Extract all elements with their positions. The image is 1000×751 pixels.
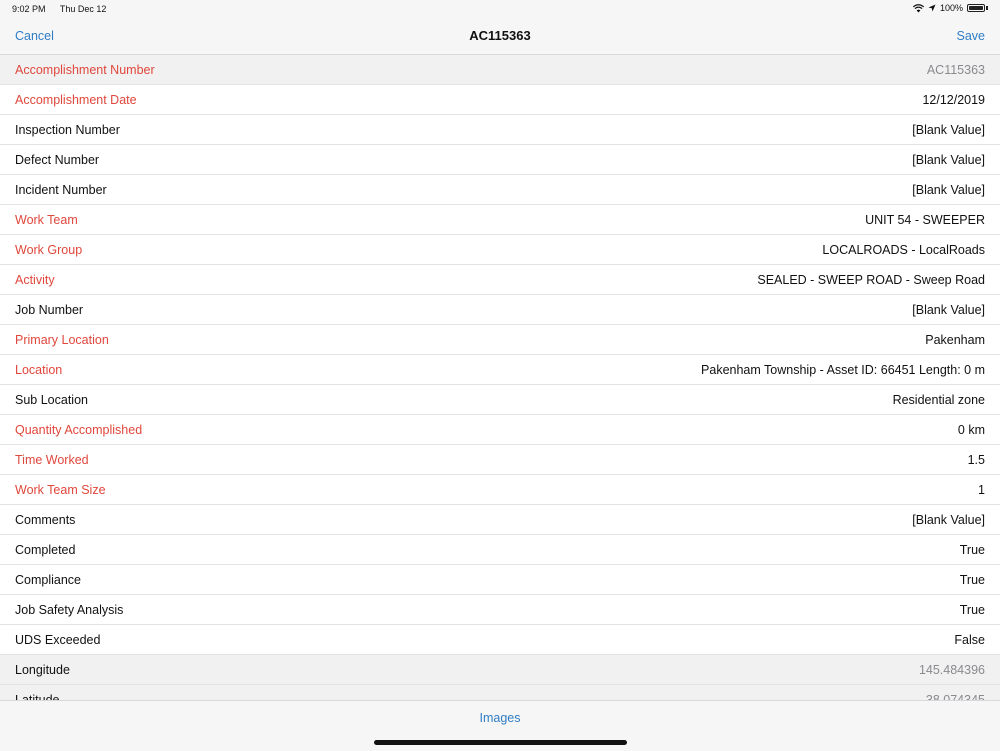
save-button[interactable]: Save [957,29,986,43]
field-value: 1.5 [967,452,985,467]
page-title: AC115363 [469,28,531,43]
field-row[interactable]: Comments [Blank Value] [0,505,1000,535]
field-row: Longitude 145.484396 [0,655,1000,685]
field-label: Comments [15,512,76,527]
field-label: Defect Number [15,152,100,167]
battery-icon [967,4,985,12]
field-label: Time Worked [15,452,89,467]
field-label: Latitude [15,692,60,701]
field-row[interactable]: Defect Number [Blank Value] [0,145,1000,175]
field-value: True [959,602,985,617]
navigation-bar: Cancel AC115363 Save [0,18,1000,55]
status-left: 9:02 PM Thu Dec 12 [12,4,118,14]
field-row[interactable]: Activity SEALED - SWEEP ROAD - Sweep Road [0,265,1000,295]
field-value: [Blank Value] [912,182,985,197]
field-value: [Blank Value] [912,302,985,317]
field-value: False [954,632,985,647]
field-value: LOCALROADS - LocalRoads [822,242,985,257]
field-value: UNIT 54 - SWEEPER [865,212,985,227]
field-value: 145.484396 [918,662,985,677]
field-row[interactable]: Completed True [0,535,1000,565]
field-label: Accomplishment Date [15,92,137,107]
field-row[interactable]: Sub Location Residential zone [0,385,1000,415]
field-label: Work Group [15,242,83,257]
field-label: Primary Location [15,332,109,347]
field-label: Incident Number [15,182,107,197]
field-row[interactable]: Location Pakenham Township - Asset ID: 66… [0,355,1000,385]
field-value: -38.074345 [921,692,985,701]
field-value: [Blank Value] [912,512,985,527]
field-value: 12/12/2019 [922,92,985,107]
field-label: Activity [15,272,55,287]
location-arrow-icon [928,4,936,12]
field-label: Job Number [15,302,84,317]
field-label: Work Team [15,212,78,227]
field-value: 1 [978,482,985,497]
field-label: Completed [15,542,76,557]
status-bar: 9:02 PM Thu Dec 12 100% [0,0,1000,18]
field-row[interactable]: Compliance True [0,565,1000,595]
field-value: [Blank Value] [912,152,985,167]
images-button[interactable]: Images [0,711,1000,725]
field-label: Compliance [15,572,82,587]
field-row[interactable]: Job Number [Blank Value] [0,295,1000,325]
field-value: Pakenham [925,332,985,347]
field-label: Sub Location [15,392,88,407]
field-label: Quantity Accomplished [15,422,143,437]
status-time: 9:02 PM [12,4,46,14]
status-date: Thu Dec 12 [59,4,107,14]
field-value: AC115363 [926,62,985,77]
field-row[interactable]: Quantity Accomplished 0 km [0,415,1000,445]
field-label: Longitude [15,662,70,677]
field-row[interactable]: Work Team UNIT 54 - SWEEPER [0,205,1000,235]
field-value: Pakenham Township - Asset ID: 66451 Leng… [701,362,985,377]
field-row[interactable]: Time Worked 1.5 [0,445,1000,475]
field-label: Job Safety Analysis [15,602,124,617]
field-row: Accomplishment Number AC115363 [0,55,1000,85]
field-row[interactable]: Primary Location Pakenham [0,325,1000,355]
field-label: Location [15,362,63,377]
battery-cap [986,6,988,10]
wifi-icon [912,3,924,12]
battery-percent: 100% [939,3,963,13]
field-value: True [959,572,985,587]
field-value: 0 km [957,422,985,437]
field-row[interactable]: UDS Exceeded False [0,625,1000,655]
battery-fill [969,6,983,10]
field-label: UDS Exceeded [15,632,101,647]
field-row[interactable]: Work Group LOCALROADS - LocalRoads [0,235,1000,265]
field-row[interactable]: Job Safety Analysis True [0,595,1000,625]
field-row: Latitude -38.074345 [0,685,1000,700]
field-value: [Blank Value] [912,122,985,137]
field-value: SEALED - SWEEP ROAD - Sweep Road [757,272,985,287]
field-row[interactable]: Accomplishment Date 12/12/2019 [0,85,1000,115]
field-row[interactable]: Inspection Number [Blank Value] [0,115,1000,145]
field-value: True [959,542,985,557]
home-indicator[interactable] [374,740,627,745]
field-label: Inspection Number [15,122,120,137]
field-row[interactable]: Work Team Size 1 [0,475,1000,505]
field-value: Residential zone [892,392,985,407]
status-right: 100% [912,3,988,13]
field-label: Accomplishment Number [15,62,155,77]
field-list: Accomplishment Number AC115363 Accomplishm… [0,55,1000,700]
field-label: Work Team Size [15,482,106,497]
field-row[interactable]: Incident Number [Blank Value] [0,175,1000,205]
